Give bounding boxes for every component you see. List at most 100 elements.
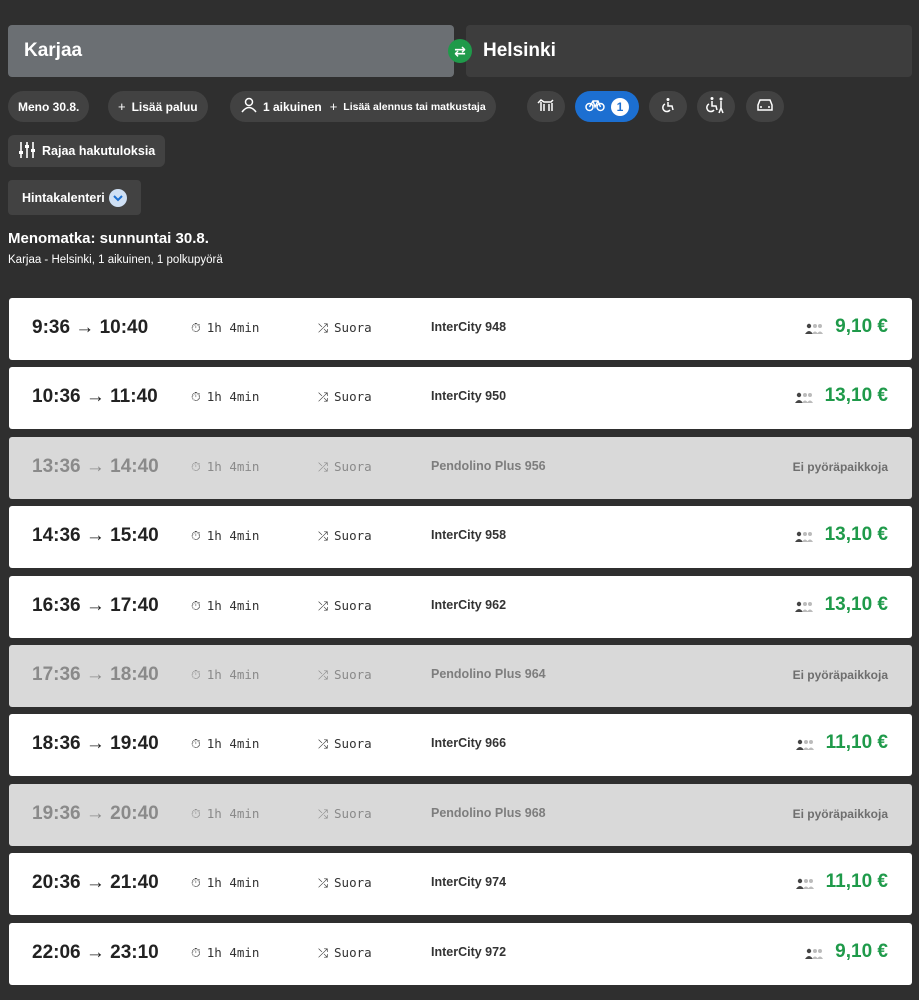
filter-results-label: Rajaa hakutuloksia (42, 144, 156, 158)
route-search: Karjaa ⇄ Helsinki (8, 25, 912, 77)
departure-date-label: Meno 30.8. (18, 99, 80, 114)
price[interactable]: 11,10 € (826, 871, 888, 893)
occupancy-icon (794, 391, 813, 404)
price[interactable]: 9,10 € (835, 941, 888, 963)
route-type-text: Suora (334, 597, 372, 613)
train-name: InterCity 974 (431, 875, 507, 890)
result-row[interactable]: 16:36 → 17:40 ⏱ 1h 4min ⤮ Suora InterCity 962… (9, 575, 912, 638)
result-row[interactable]: 14:36 → 15:40 ⏱ 1h 4min ⤮ Suora InterCity 958… (9, 506, 912, 569)
plus-icon: + (118, 99, 126, 114)
result-row[interactable]: 20:36 → 21:40 ⏱ 1h 4min ⤮ Suora InterCity 974… (9, 853, 912, 916)
price-calendar-toggle[interactable]: Hintakalenteri (8, 180, 141, 215)
result-row[interactable]: 10:36 → 11:40 ⏱ 1h 4min ⤮ Suora InterCity 950… (9, 367, 912, 430)
duration-text: 1h 4min (206, 458, 260, 474)
clock-icon: ⏱ (191, 528, 201, 544)
clock-icon: ⏱ (191, 875, 201, 891)
duration-text: 1h 4min (206, 875, 260, 891)
no-bike-space-label: Ei pyöräpaikkoja (792, 459, 888, 474)
direct-route-icon: ⤮ (318, 528, 329, 544)
route-type-text: Suora (334, 805, 372, 821)
duration-text: 1h 4min (206, 389, 260, 405)
passengers-chip[interactable]: 1 aikuinen + Lisää alennus tai matkustaj… (230, 91, 496, 122)
occupancy-icon (794, 600, 813, 612)
duration: ⏱ 1h 4min (191, 736, 259, 752)
journey-subtitle: Karjaa - Helsinki, 1 aikuinen, 1 polkupy… (8, 254, 223, 266)
route-type-text: Suora (334, 736, 372, 752)
price[interactable]: 9,10 € (835, 316, 888, 338)
duration: ⏱ 1h 4min (191, 389, 259, 405)
occupancy-icon (795, 877, 814, 890)
duration: ⏱ 1h 4min (191, 945, 259, 961)
price-calendar-label: Hintakalenteri (22, 190, 105, 205)
result-row[interactable]: 9:36 → 10:40 ⏱ 1h 4min ⤮ Suora InterCity 948 9… (9, 298, 912, 360)
clock-icon: ⏱ (191, 736, 201, 752)
route-type-text: Suora (334, 389, 372, 405)
wheelchair-assist-button[interactable] (697, 91, 735, 122)
route-type: ⤮ Suora (318, 528, 372, 544)
clock-icon: ⏱ (191, 944, 201, 960)
result-row[interactable]: 22:06 → 23:10 ⏱ 1h 4min ⤮ Suora InterCity 972… (9, 922, 912, 985)
duration-text: 1h 4min (206, 667, 260, 682)
departure-arrival-times: 9:36 → 10:40 (32, 317, 149, 338)
add-discount-label: Lisää alennus tai matkustaja (343, 100, 486, 113)
price[interactable]: 13,10 € (825, 385, 888, 407)
pet-button[interactable] (527, 91, 565, 122)
route-type-text: Suora (334, 875, 372, 891)
price[interactable]: 11,10 € (826, 732, 888, 754)
departure-arrival-times: 10:36 → 11:40 (32, 386, 158, 408)
departure-arrival-times: 17:36 → 18:40 (32, 664, 159, 685)
bicycle-button[interactable]: 1 (575, 91, 639, 122)
duration: ⏱ 1h 4min (191, 528, 259, 544)
occupancy-icon (794, 530, 813, 543)
swap-icon: ⇄ (454, 42, 466, 59)
route-type: ⤮ Suora (318, 320, 372, 336)
passengers-label: 1 aikuinen (263, 99, 322, 114)
occupancy-icon (805, 947, 824, 959)
departure-arrival-times: 18:36 → 19:40 (32, 733, 159, 755)
car-icon (755, 97, 775, 116)
add-return-button[interactable]: + Lisää paluu (108, 91, 208, 122)
train-name: InterCity 948 (431, 320, 507, 334)
route-type: ⤮ Suora (318, 875, 372, 891)
direct-route-icon: ⤮ (318, 736, 329, 752)
wheelchair-assist-icon (706, 96, 726, 117)
to-station-field[interactable]: Helsinki (466, 25, 912, 77)
direct-route-icon: ⤮ (318, 805, 329, 821)
result-row[interactable]: 18:36 → 19:40 ⏱ 1h 4min ⤮ Suora InterCity 966… (9, 714, 912, 777)
swap-stations-button[interactable]: ⇄ (448, 39, 472, 63)
departure-arrival-times: 20:36 → 21:40 (32, 872, 159, 894)
filter-results-button[interactable]: Rajaa hakutuloksia (8, 135, 166, 167)
train-name: InterCity 966 (431, 736, 507, 751)
train-name: Pendolino Plus 956 (431, 458, 546, 473)
route-type-text: Suora (334, 667, 372, 682)
direct-route-icon: ⤮ (318, 875, 329, 891)
price[interactable]: 13,10 € (825, 524, 888, 546)
from-station-value: Karjaa (24, 40, 83, 61)
route-type-text: Suora (334, 320, 372, 335)
departure-date-chip[interactable]: Meno 30.8. (8, 91, 90, 122)
add-return-label: Lisää paluu (131, 99, 198, 114)
pet-icon (536, 97, 556, 116)
journey-title: Menomatka: sunnuntai 30.8. (8, 230, 209, 247)
clock-icon: ⏱ (191, 805, 201, 821)
clock-icon: ⏱ (191, 597, 201, 613)
route-type-text: Suora (334, 944, 372, 960)
clock-icon: ⏱ (191, 458, 201, 474)
wheelchair-button[interactable] (649, 91, 687, 122)
sliders-icon (18, 141, 36, 162)
result-row: 17:36 → 18:40 ⏱ 1h 4min ⤮ Suora Pendolino Plu… (9, 645, 912, 707)
direct-route-icon: ⤮ (318, 597, 329, 613)
train-name: InterCity 950 (431, 389, 507, 404)
car-button[interactable] (746, 91, 784, 122)
route-type-text: Suora (334, 458, 372, 474)
wheelchair-icon (660, 97, 676, 116)
train-name: InterCity 958 (431, 528, 507, 543)
price[interactable]: 13,10 € (825, 594, 888, 616)
duration-text: 1h 4min (206, 597, 260, 613)
result-row: 19:36 → 20:40 ⏱ 1h 4min ⤮ Suora Pendolino Plu… (9, 783, 912, 846)
person-icon (240, 97, 258, 116)
direct-route-icon: ⤮ (318, 944, 329, 960)
from-station-field[interactable]: Karjaa (8, 25, 454, 77)
duration: ⏱ 1h 4min (191, 459, 259, 475)
departure-arrival-times: 13:36 → 14:40 (32, 455, 159, 477)
